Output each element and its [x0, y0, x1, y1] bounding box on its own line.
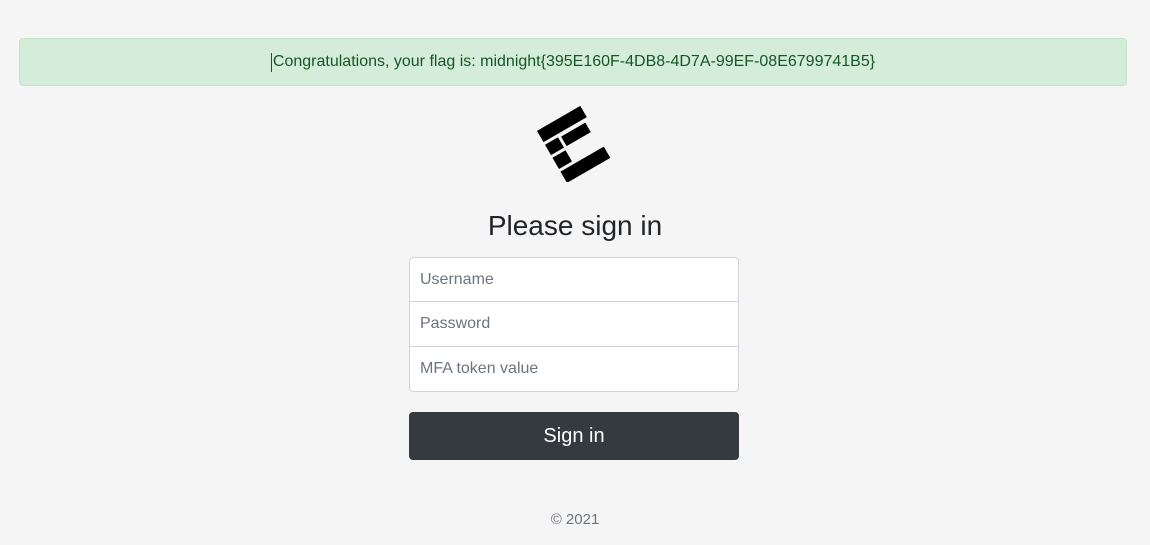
success-alert: Congratulations, your flag is: midnight{…	[19, 38, 1127, 86]
password-input[interactable]	[409, 302, 739, 347]
brand-logo-icon	[536, 104, 612, 183]
username-input[interactable]	[409, 257, 739, 302]
mfa-token-input[interactable]	[409, 347, 739, 392]
sign-in-button[interactable]: Sign in	[409, 412, 739, 460]
alert-message: Congratulations, your flag is: midnight{…	[272, 53, 876, 70]
page-title: Please sign in	[487, 210, 663, 241]
footer-copyright: © 2021	[550, 511, 600, 528]
text-cursor	[270, 52, 272, 72]
sign-in-form: Sign in	[409, 257, 739, 460]
